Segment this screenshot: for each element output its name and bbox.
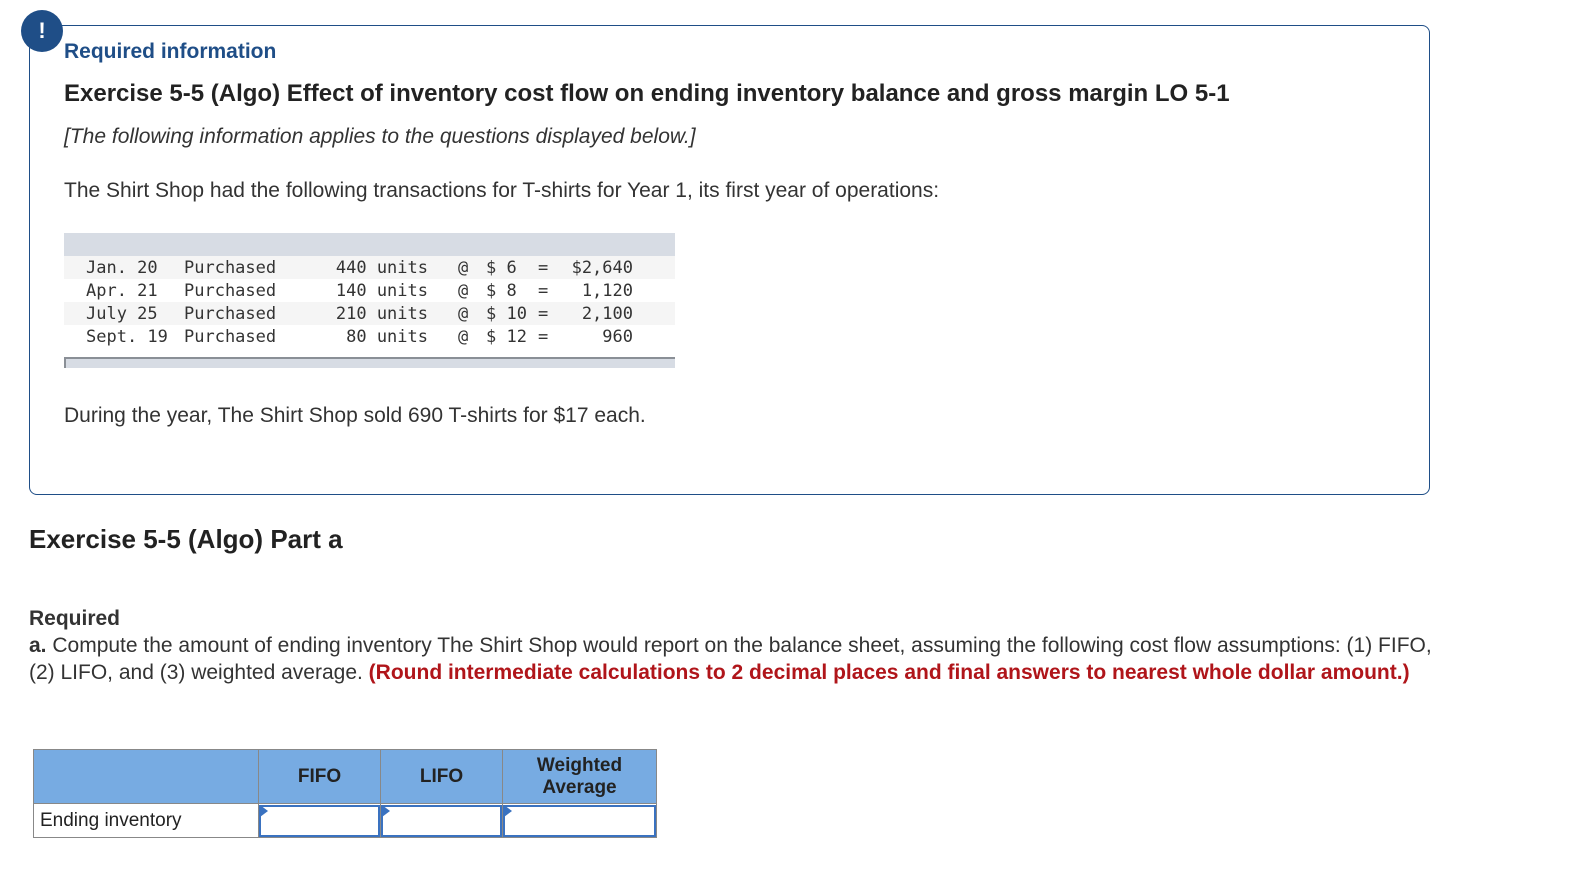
transaction-units: 80 units — [346, 326, 428, 347]
transaction-units: 440 units — [335, 257, 428, 278]
exclamation-icon: ! — [21, 10, 63, 52]
transaction-at: @ — [458, 257, 469, 278]
requirement-a: a. Compute the amount of ending inventor… — [29, 632, 1449, 686]
weighted-average-cell — [502, 803, 657, 838]
required-section: Required a. Compute the amount of ending… — [29, 605, 1449, 686]
header-weighted-average: Weighted Average — [502, 749, 657, 804]
transaction-date: July 25 — [86, 303, 158, 324]
input-flag-icon — [260, 805, 268, 817]
input-flag-icon — [504, 805, 512, 817]
transaction-price: $ 6 — [486, 257, 517, 278]
transaction-equals: = — [538, 326, 549, 347]
exercise-title: Exercise 5-5 (Algo) Effect of inventory … — [64, 80, 1230, 107]
ending-inventory-table: FIFO LIFO Weighted Average Ending invent… — [33, 749, 657, 838]
transaction-price: $ 12 — [486, 326, 527, 347]
transaction-type: Purchased — [184, 280, 277, 301]
transaction-total: $2,640 — [571, 257, 633, 278]
transaction-row: July 25 Purchased 210 units @ $ 10 = 2,1… — [64, 302, 675, 325]
header-fifo: FIFO — [258, 749, 381, 804]
transaction-price: $ 8 — [486, 280, 517, 301]
transaction-total: 2,100 — [581, 303, 633, 324]
intro-text: The Shirt Shop had the following transac… — [64, 179, 940, 202]
transaction-price: $ 10 — [486, 303, 527, 324]
fifo-ending-inventory-input[interactable] — [259, 804, 380, 837]
rounding-instruction: (Round intermediate calculations to 2 de… — [368, 661, 1410, 684]
requirement-letter: a. — [29, 634, 47, 657]
transaction-equals: = — [538, 280, 549, 301]
input-flag-icon — [382, 805, 390, 817]
required-label: Required — [29, 607, 121, 630]
transactions-table-header — [64, 233, 675, 256]
transaction-type: Purchased — [184, 326, 277, 347]
transactions-table-footer — [64, 357, 675, 368]
transaction-at: @ — [458, 280, 469, 301]
lifo-cell — [380, 803, 503, 838]
header-weighted-average-label: Weighted Average — [536, 754, 623, 798]
required-information-heading: Required information — [64, 40, 277, 63]
sold-note: During the year, The Shirt Shop sold 690… — [64, 404, 646, 427]
transaction-type: Purchased — [184, 303, 277, 324]
weighted-average-ending-inventory-input[interactable] — [503, 804, 656, 837]
transaction-units: 210 units — [335, 303, 428, 324]
row-label-ending-inventory: Ending inventory — [33, 803, 259, 838]
transaction-at: @ — [458, 326, 469, 347]
header-lifo: LIFO — [380, 749, 503, 804]
applies-note: [The following information applies to th… — [64, 125, 696, 148]
transactions-table: Jan. 20 Purchased 440 units @ $ 6 = $2,6… — [64, 233, 675, 368]
transaction-units: 140 units — [335, 280, 428, 301]
transaction-equals: = — [538, 257, 549, 278]
answer-table-header-row: FIFO LIFO Weighted Average — [33, 749, 657, 804]
transaction-total: 960 — [602, 326, 633, 347]
transaction-row: Jan. 20 Purchased 440 units @ $ 6 = $2,6… — [64, 256, 675, 279]
header-blank — [33, 749, 259, 804]
transaction-row: Apr. 21 Purchased 140 units @ $ 8 = 1,12… — [64, 279, 675, 302]
transaction-date: Apr. 21 — [86, 280, 158, 301]
transaction-row: Sept. 19 Purchased 80 units @ $ 12 = 960 — [64, 325, 675, 348]
transaction-date: Jan. 20 — [86, 257, 158, 278]
transaction-type: Purchased — [184, 257, 277, 278]
fifo-cell — [258, 803, 381, 838]
transaction-at: @ — [458, 303, 469, 324]
lifo-ending-inventory-input[interactable] — [381, 804, 502, 837]
transaction-total: 1,120 — [581, 280, 633, 301]
table-row: Ending inventory — [33, 803, 657, 838]
transaction-date: Sept. 19 — [86, 326, 168, 347]
transaction-equals: = — [538, 303, 549, 324]
part-title: Exercise 5-5 (Algo) Part a — [29, 524, 343, 554]
